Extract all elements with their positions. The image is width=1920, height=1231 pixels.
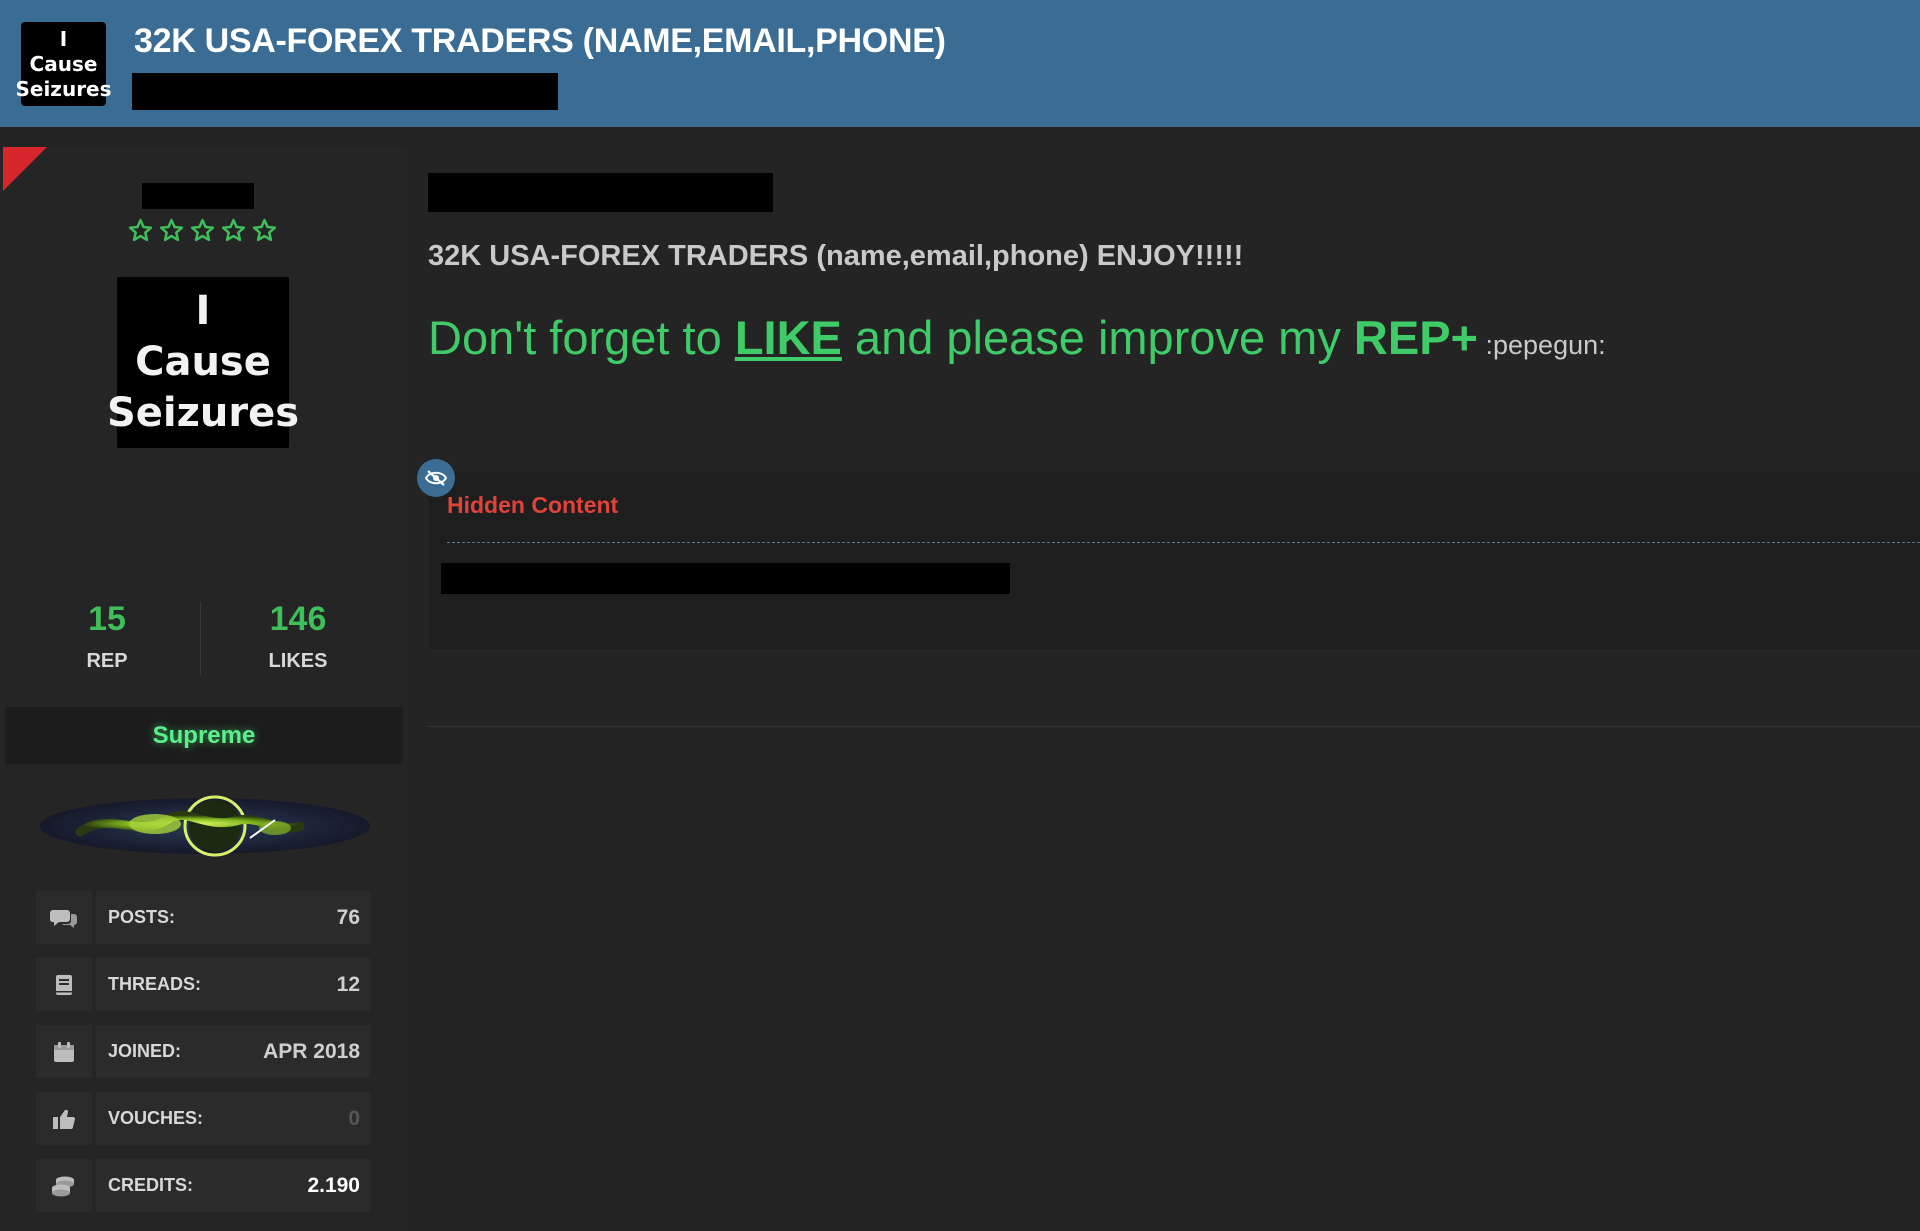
credits-value: 2.190 — [307, 1173, 360, 1197]
post-body-line: 32K USA-FOREX TRADERS (name,email,phone)… — [428, 240, 1244, 272]
thumbnail-line-1: I — [59, 26, 68, 51]
info-body: VOUCHES: 0 — [96, 1092, 370, 1145]
calendar-icon — [36, 1025, 92, 1078]
coins-icon — [36, 1159, 92, 1212]
posts-label: POSTS: — [108, 907, 176, 927]
promo-like: LIKE — [734, 311, 842, 364]
thumbnail-line-2: Cause — [29, 51, 98, 76]
avatar-line-2: Cause — [135, 339, 271, 385]
info-row-posts: POSTS: 76 — [36, 891, 370, 944]
promo-text-1: Don't forget to — [428, 311, 735, 364]
likes-value: 146 — [269, 600, 327, 638]
promo-text-2: and please improve my — [841, 311, 1354, 364]
userbar-image — [40, 795, 370, 857]
info-body: JOINED: APR 2018 — [96, 1025, 370, 1078]
redacted-post-header — [428, 173, 773, 212]
star-icon — [159, 218, 184, 242]
avatar[interactable]: I Cause Seizures — [107, 277, 299, 448]
thread-thumbnail[interactable]: I Cause Seizures — [15, 22, 112, 106]
info-row-vouches: VOUCHES: 0 — [36, 1092, 370, 1145]
thumbnail-line-3: Seizures — [15, 76, 112, 101]
thumbs-up-icon — [36, 1092, 92, 1145]
post-separator — [428, 726, 1920, 727]
redacted-subtitle — [132, 73, 558, 110]
credits-label: CREDITS: — [108, 1175, 193, 1195]
stat-divider — [200, 602, 201, 675]
threads-label: THREADS: — [108, 974, 201, 994]
star-icon — [252, 218, 277, 242]
vouches-label: VOUCHES: — [108, 1108, 204, 1128]
redacted-hidden-text — [441, 563, 1010, 594]
redacted-username[interactable] — [142, 183, 254, 209]
info-body: POSTS: 76 — [96, 891, 370, 944]
likes-label: LIKES — [268, 650, 328, 672]
user-stars — [128, 218, 277, 243]
avatar-line-1: I — [195, 288, 211, 334]
rep-label: REP — [86, 650, 128, 672]
book-icon — [36, 958, 92, 1011]
info-row-joined: JOINED: APR 2018 — [36, 1025, 370, 1078]
star-icon — [190, 218, 215, 242]
info-row-threads: THREADS: 12 — [36, 958, 370, 1011]
info-body: CREDITS: 2.190 — [96, 1159, 370, 1212]
thread-title: 32K USA-FOREX TRADERS (NAME,EMAIL,PHONE) — [134, 22, 946, 60]
star-icon — [221, 218, 246, 242]
hidden-content-divider — [447, 542, 1920, 543]
rep-value: 15 — [88, 600, 126, 638]
rank-bar: Supreme — [5, 707, 403, 764]
pepegun-emote: :pepegun: — [1478, 330, 1606, 360]
corner-flag — [3, 147, 47, 191]
threads-value: 12 — [336, 972, 360, 996]
hidden-content-box — [429, 472, 1920, 649]
comments-icon — [36, 891, 92, 944]
joined-value: APR 2018 — [263, 1039, 360, 1063]
rank-label: Supreme — [152, 721, 256, 749]
joined-label: JOINED: — [108, 1041, 182, 1061]
star-icon — [128, 218, 153, 242]
info-row-credits: CREDITS: 2.190 — [36, 1159, 370, 1212]
info-body: THREADS: 12 — [96, 958, 370, 1011]
promo-rep: REP+ — [1353, 311, 1478, 364]
vouches-value: 0 — [348, 1106, 360, 1130]
posts-value: 76 — [336, 905, 360, 929]
avatar-line-3: Seizures — [106, 390, 300, 436]
hidden-content-title: Hidden Content — [447, 492, 619, 518]
promo-line: Don't forget to LIKE and please improve … — [428, 310, 1606, 365]
